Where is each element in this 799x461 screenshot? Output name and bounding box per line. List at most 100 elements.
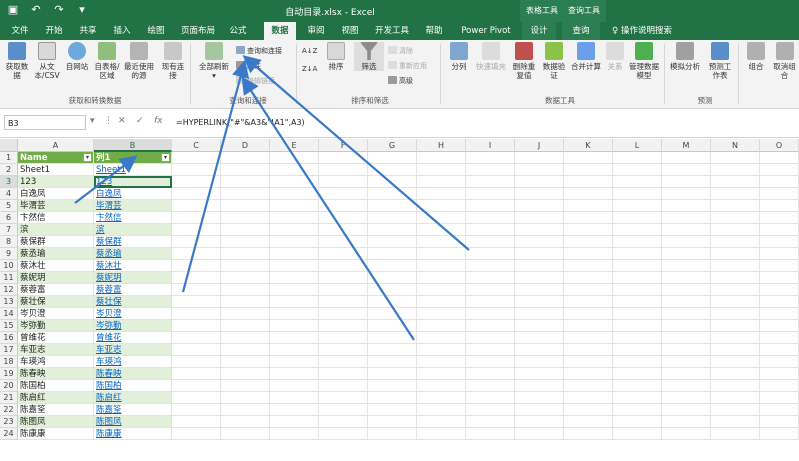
grid-cell[interactable] bbox=[270, 416, 319, 428]
column-header-i[interactable]: I bbox=[466, 139, 515, 152]
grid-cell[interactable] bbox=[662, 200, 711, 212]
grid-cell[interactable] bbox=[711, 224, 760, 236]
filter-dropdown-icon[interactable]: ▾ bbox=[83, 153, 92, 162]
grid-cell[interactable] bbox=[319, 380, 368, 392]
grid-cell[interactable] bbox=[760, 356, 799, 368]
grid-cell[interactable] bbox=[368, 188, 417, 200]
row-header[interactable]: 3 bbox=[0, 176, 18, 188]
grid-cell[interactable] bbox=[417, 308, 466, 320]
grid-cell[interactable] bbox=[368, 356, 417, 368]
grid-cell[interactable] bbox=[760, 416, 799, 428]
what-if-analysis-button[interactable]: 模拟分析 bbox=[668, 42, 702, 71]
sort-button[interactable]: 排序 bbox=[322, 42, 350, 71]
grid-cell[interactable] bbox=[319, 284, 368, 296]
grid-cell[interactable] bbox=[221, 152, 270, 164]
grid-cell[interactable] bbox=[417, 212, 466, 224]
hyperlink-cell[interactable]: 岑贝澄 bbox=[94, 308, 172, 320]
hyperlink-cell[interactable]: 陈春映 bbox=[94, 368, 172, 380]
grid-cell[interactable] bbox=[319, 416, 368, 428]
grid-cell[interactable] bbox=[172, 200, 221, 212]
table-cell-name[interactable]: 岑贝澄 bbox=[18, 308, 94, 320]
grid-cell[interactable] bbox=[172, 308, 221, 320]
grid-cell[interactable] bbox=[760, 368, 799, 380]
grid-cell[interactable] bbox=[368, 428, 417, 440]
grid-cell[interactable] bbox=[221, 224, 270, 236]
grid-cell[interactable] bbox=[760, 248, 799, 260]
grid-cell[interactable] bbox=[466, 296, 515, 308]
grid-cell[interactable] bbox=[515, 416, 564, 428]
grid-cell[interactable] bbox=[760, 320, 799, 332]
reapply-button[interactable]: 重新应用 bbox=[388, 61, 427, 72]
customize-qat-icon[interactable]: ▾ bbox=[75, 3, 89, 16]
grid-cell[interactable] bbox=[172, 272, 221, 284]
row-header[interactable]: 15 bbox=[0, 320, 18, 332]
grid-cell[interactable] bbox=[564, 152, 613, 164]
grid-cell[interactable] bbox=[172, 212, 221, 224]
active-cell-b3[interactable]: 123 bbox=[94, 176, 172, 188]
grid-cell[interactable] bbox=[466, 380, 515, 392]
grid-cell[interactable] bbox=[515, 308, 564, 320]
tab-data[interactable]: 数据 bbox=[264, 22, 296, 40]
grid-cell[interactable] bbox=[221, 176, 270, 188]
grid-cell[interactable] bbox=[515, 164, 564, 176]
hyperlink-cell[interactable]: 蔡蓉富 bbox=[94, 284, 172, 296]
clear-filter-button[interactable]: 清除 bbox=[388, 46, 413, 57]
grid-cell[interactable] bbox=[368, 308, 417, 320]
grid-cell[interactable] bbox=[564, 428, 613, 440]
group-button[interactable]: 组合 bbox=[744, 42, 768, 71]
column-header-d[interactable]: D bbox=[221, 139, 270, 152]
grid-cell[interactable] bbox=[417, 260, 466, 272]
grid-cell[interactable] bbox=[368, 284, 417, 296]
row-header[interactable]: 13 bbox=[0, 296, 18, 308]
grid-cell[interactable] bbox=[613, 224, 662, 236]
grid-cell[interactable] bbox=[319, 260, 368, 272]
column-header-n[interactable]: N bbox=[711, 139, 760, 152]
grid-cell[interactable] bbox=[564, 176, 613, 188]
get-data-button[interactable]: 获取数据 bbox=[4, 42, 30, 80]
grid-cell[interactable] bbox=[711, 176, 760, 188]
grid-cell[interactable] bbox=[417, 320, 466, 332]
grid-cell[interactable] bbox=[515, 392, 564, 404]
grid-cell[interactable] bbox=[711, 344, 760, 356]
grid-cell[interactable] bbox=[564, 392, 613, 404]
grid-cell[interactable] bbox=[221, 392, 270, 404]
grid-cell[interactable] bbox=[564, 212, 613, 224]
grid-cell[interactable] bbox=[564, 308, 613, 320]
table-cell-name[interactable]: 毕渭芸 bbox=[18, 200, 94, 212]
row-header[interactable]: 4 bbox=[0, 188, 18, 200]
from-text-csv-button[interactable]: 从文本/CSV bbox=[32, 42, 62, 80]
grid-cell[interactable] bbox=[270, 308, 319, 320]
grid-cell[interactable] bbox=[466, 404, 515, 416]
grid-cell[interactable] bbox=[368, 332, 417, 344]
grid-cell[interactable] bbox=[711, 212, 760, 224]
grid-cell[interactable] bbox=[662, 356, 711, 368]
hyperlink-cell[interactable]: 车亚志 bbox=[94, 344, 172, 356]
grid-cell[interactable] bbox=[221, 200, 270, 212]
grid-cell[interactable] bbox=[466, 152, 515, 164]
hyperlink-cell[interactable]: 陈国柏 bbox=[94, 380, 172, 392]
grid-cell[interactable] bbox=[417, 404, 466, 416]
hyperlink-cell[interactable]: Sheet1 bbox=[94, 164, 172, 176]
hyperlink-cell[interactable]: 卞然信 bbox=[94, 212, 172, 224]
name-box[interactable]: B3 bbox=[4, 115, 86, 130]
grid-cell[interactable] bbox=[515, 380, 564, 392]
grid-cell[interactable] bbox=[760, 212, 799, 224]
column-header-o[interactable]: O bbox=[760, 139, 799, 152]
properties-button[interactable]: 属性 bbox=[236, 61, 261, 72]
grid-cell[interactable] bbox=[368, 212, 417, 224]
grid-cell[interactable] bbox=[613, 272, 662, 284]
grid-cell[interactable] bbox=[417, 284, 466, 296]
grid-cell[interactable] bbox=[515, 272, 564, 284]
grid-cell[interactable] bbox=[417, 176, 466, 188]
column-header-e[interactable]: E bbox=[270, 139, 319, 152]
table-cell-name[interactable]: 陈嘉筌 bbox=[18, 404, 94, 416]
grid-cell[interactable] bbox=[711, 404, 760, 416]
grid-cell[interactable] bbox=[662, 212, 711, 224]
grid-cell[interactable] bbox=[613, 176, 662, 188]
grid-cell[interactable] bbox=[417, 152, 466, 164]
column-header-m[interactable]: M bbox=[662, 139, 711, 152]
grid-cell[interactable] bbox=[515, 212, 564, 224]
grid-cell[interactable] bbox=[613, 332, 662, 344]
grid-cell[interactable] bbox=[711, 356, 760, 368]
grid-cell[interactable] bbox=[662, 176, 711, 188]
